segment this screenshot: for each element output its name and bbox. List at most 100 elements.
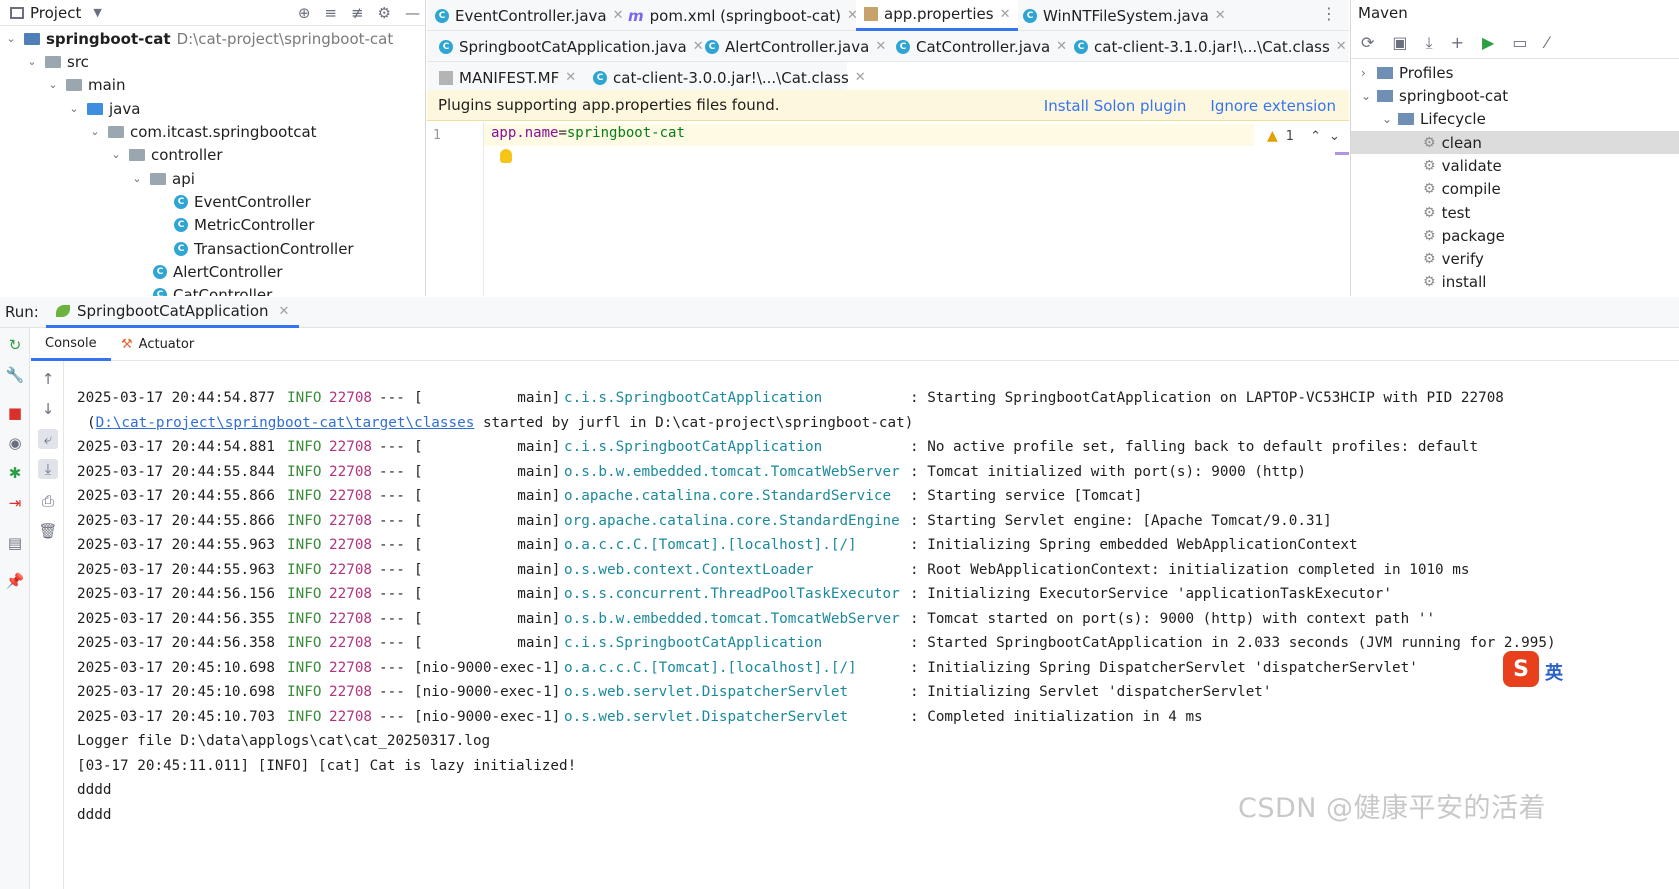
tab-app-properties[interactable]: app.properties ✕ (856, 0, 1019, 31)
soft-wrap-icon[interactable]: ⤶ (38, 429, 58, 449)
download-icon[interactable]: ⤓ (1426, 33, 1433, 53)
maven-goal-install[interactable]: ⚙ install (1351, 270, 1679, 293)
close-icon[interactable]: ✕ (565, 70, 576, 85)
debug-icon[interactable]: ✱ (6, 464, 24, 482)
tab-alertcontroller[interactable]: C AlertController.java ✕ (697, 31, 894, 62)
exit-icon[interactable]: ⇥ (6, 494, 24, 512)
project-title[interactable]: Project (30, 4, 81, 22)
maven-item-profiles[interactable]: › Profiles (1351, 61, 1679, 84)
tree-item-api[interactable]: ⌄ api (130, 167, 195, 190)
collapse-all-icon[interactable]: ≢ (351, 4, 364, 22)
log-message: : Tomcat started on port(s): 9000 (http)… (910, 610, 1436, 627)
close-icon[interactable]: ✕ (1336, 39, 1347, 54)
chevron-down-icon[interactable]: ⌄ (4, 32, 18, 45)
next-highlight-icon[interactable]: ⌄ (1329, 129, 1340, 144)
install-plugin-link[interactable]: Install Solon plugin (1044, 97, 1187, 115)
more-tabs-icon[interactable]: ⋮ (1321, 4, 1337, 23)
tree-item-root[interactable]: ⌄ springboot-cat D:\cat-project\springbo… (4, 27, 393, 50)
maven-item-project[interactable]: ⌄ springboot-cat (1351, 84, 1679, 107)
chevron-down-icon[interactable]: ⌄ (46, 78, 60, 91)
tab-console[interactable]: Console (31, 328, 111, 361)
tab-cat-class-310[interactable]: C cat-client-3.1.0.jar!\...\Cat.class ✕ (1066, 31, 1355, 62)
generate-sources-icon[interactable]: ▣ (1392, 33, 1407, 52)
wrench-icon[interactable]: 🔧 (6, 366, 25, 384)
skip-tests-icon[interactable]: ⁄ (1545, 33, 1548, 52)
close-icon[interactable]: ✕ (279, 304, 290, 319)
maven-goal-package[interactable]: ⚙ package (1351, 224, 1679, 247)
hide-icon[interactable]: — (405, 4, 420, 22)
chevron-down-icon[interactable]: ▼ (93, 6, 101, 19)
tab-pom[interactable]: m pom.xml (springboot-cat) ✕ (620, 0, 866, 31)
chevron-right-icon[interactable]: › (1361, 66, 1377, 80)
expand-all-icon[interactable]: ≡ (324, 4, 337, 22)
ignore-extension-link[interactable]: Ignore extension (1210, 97, 1336, 115)
arrow-up-icon[interactable]: ↑ (38, 369, 58, 389)
close-icon[interactable]: ✕ (1215, 8, 1226, 23)
classpath-link[interactable]: D:\cat-project\springboot-cat\target\cla… (96, 415, 475, 431)
previous-highlight-icon[interactable]: ⌃ (1310, 129, 1321, 144)
maven-goal-verify[interactable]: ⚙ verify (1351, 247, 1679, 270)
chevron-down-icon[interactable]: ⌄ (130, 172, 144, 185)
rerun-icon[interactable]: ↻ (6, 336, 24, 354)
execute-goal-icon[interactable]: ▭ (1512, 33, 1527, 52)
arrow-down-icon[interactable]: ↓ (38, 399, 58, 419)
project-view-icon[interactable] (10, 6, 24, 19)
chevron-down-icon[interactable]: ⌄ (25, 55, 39, 68)
run-icon[interactable]: ▶ (1482, 33, 1494, 52)
tree-item-src[interactable]: ⌄ src (25, 50, 89, 73)
tab-manifest[interactable]: MANIFEST.MF ✕ (431, 62, 584, 93)
tree-item-java[interactable]: ⌄ java (67, 97, 140, 120)
tree-item-transactioncontroller[interactable]: C TransactionController (174, 237, 354, 260)
reload-icon[interactable]: ⟳ (1361, 33, 1374, 52)
folder-icon (45, 55, 61, 68)
inspection-widget[interactable]: ▲ 1 ⌃ ⌄ (1267, 128, 1340, 144)
tab-eventcontroller[interactable]: C EventController.java ✕ (427, 0, 631, 31)
log-continuation: (D:\cat-project\springboot-cat\target\cl… (87, 411, 913, 436)
tab-winntfilesystem[interactable]: C WinNTFileSystem.java ✕ (1015, 0, 1234, 31)
print-icon[interactable]: ⎙ (38, 491, 58, 511)
log-logger: c.i.s.SpringbootCatApplication (564, 635, 823, 651)
stop-icon[interactable]: ■ (6, 404, 24, 422)
ime-language-indicator[interactable]: 英 (1545, 659, 1563, 685)
maven-goal-compile[interactable]: ⚙ compile (1351, 177, 1679, 200)
add-icon[interactable]: + (1451, 33, 1464, 52)
tab-cat-class-300[interactable]: C cat-client-3.0.0.jar!\...\Cat.class ✕ (585, 62, 874, 93)
tab-catcontroller[interactable]: C CatController.java ✕ (888, 31, 1075, 62)
console-output[interactable]: 2025-03-17 20:44:54.877 INFO 22708 --- [ mai… (77, 386, 1677, 827)
tab-springbootcatapplication[interactable]: C SpringbootCatApplication.java ✕ (431, 31, 712, 62)
maven-goal-clean[interactable]: ⚙ clean (1351, 131, 1679, 154)
locate-icon[interactable]: ⊕ (298, 4, 311, 22)
trash-icon[interactable]: 🗑 (38, 521, 58, 541)
tree-item-metriccontroller[interactable]: C MetricController (174, 213, 314, 236)
tab-actuator[interactable]: ⚒ Actuator (107, 328, 208, 361)
lightbulb-icon[interactable] (500, 149, 512, 163)
tree-item-alertcontroller[interactable]: C AlertController (153, 260, 283, 283)
camera-icon[interactable]: ◉ (6, 434, 24, 452)
close-icon[interactable]: ✕ (875, 39, 886, 54)
tree-item-package[interactable]: ⌄ com.itcast.springbootcat (88, 120, 316, 143)
tree-item-label: MetricController (194, 215, 315, 234)
maven-goal-test[interactable]: ⚙ test (1351, 201, 1679, 224)
chevron-down-icon[interactable]: ⌄ (1382, 112, 1398, 126)
layout-icon[interactable]: ▤ (6, 534, 24, 552)
tree-item-eventcontroller[interactable]: C EventController (174, 190, 311, 213)
tree-item-controller[interactable]: ⌄ controller (109, 143, 222, 166)
console-line: 2025-03-17 20:45:10.703 INFO 22708 --- [nio-… (77, 705, 1677, 730)
gear-icon[interactable]: ⚙ (378, 4, 391, 22)
tree-item-catcontroller[interactable]: C CatController (153, 283, 272, 296)
scroll-to-end-icon[interactable]: ⤓ (38, 459, 58, 479)
chevron-down-icon[interactable]: ⌄ (88, 125, 102, 138)
chevron-down-icon[interactable]: ⌄ (1361, 89, 1377, 103)
maven-goal-validate[interactable]: ⚙ validate (1351, 154, 1679, 177)
tree-item-main[interactable]: ⌄ main (46, 73, 125, 96)
ime-sogou-icon[interactable]: S (1503, 651, 1539, 687)
run-config-tab[interactable]: SpringbootCatApplication ✕ (46, 297, 300, 328)
close-icon[interactable]: ✕ (855, 70, 866, 85)
chevron-down-icon[interactable]: ⌄ (109, 148, 123, 161)
chevron-down-icon[interactable]: ⌄ (67, 102, 81, 115)
pin-icon[interactable]: 📌 (6, 572, 25, 590)
maven-item-lifecycle[interactable]: ⌄ Lifecycle (1351, 107, 1679, 130)
log-level: INFO (287, 635, 322, 651)
code-line[interactable]: app.name=springboot-cat (491, 125, 685, 141)
close-icon[interactable]: ✕ (1000, 7, 1011, 22)
